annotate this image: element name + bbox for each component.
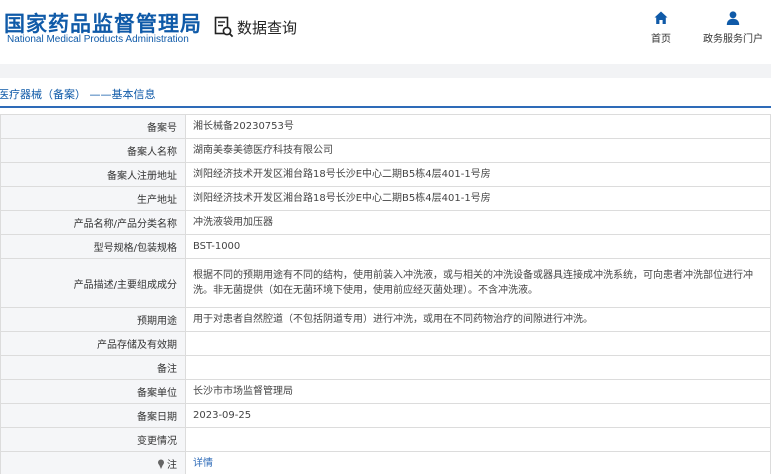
row-value <box>185 331 771 356</box>
table-row: 型号规格/包装规格 BST-1000 <box>0 234 771 259</box>
row-label: 备案人名称 <box>0 138 186 163</box>
row-label-note: 注 <box>0 451 186 474</box>
row-label: 备案单位 <box>0 379 186 404</box>
row-value: 湘长械备20230753号 <box>185 114 771 139</box>
detail-link[interactable]: 详情 <box>193 458 213 469</box>
row-label: 型号规格/包装规格 <box>0 234 186 259</box>
row-label: 备案人注册地址 <box>0 162 186 187</box>
row-value: 2023-09-25 <box>185 403 771 428</box>
page-title: 医疗器械（备案） ——基本信息 <box>0 88 156 101</box>
table-row: 产品名称/产品分类名称 冲洗液袋用加压器 <box>0 210 771 235</box>
row-label: 注 <box>167 460 177 472</box>
site-header: 国家药品监督管理局 National Medical Products Admi… <box>0 0 771 64</box>
user-icon <box>726 11 740 25</box>
data-query-link[interactable]: 数据查询 <box>214 14 297 40</box>
nav-service-portal-label: 政务服务门户 <box>703 34 763 45</box>
data-query-title: 数据查询 <box>237 18 298 37</box>
table-row: 备案号 湘长械备20230753号 <box>0 114 771 139</box>
home-icon <box>654 11 668 24</box>
nav-home[interactable]: 首页 <box>648 10 674 45</box>
row-value: 浏阳经济技术开发区湘台路18号长沙E中心二期B5栋4层401-1号房 <box>185 162 771 187</box>
table-row: 注 详情 <box>0 451 771 474</box>
section-title-bar: 医疗器械（备案） ——基本信息 <box>0 78 771 108</box>
table-row: 产品存储及有效期 <box>0 331 771 356</box>
row-label: 备案号 <box>0 114 186 139</box>
row-value: 用于对患者自然腔道（不包括阴道专用）进行冲洗，或用在不同药物治疗的间隙进行冲洗。 <box>185 307 771 332</box>
row-label: 预期用途 <box>0 307 186 332</box>
row-label: 备注 <box>0 355 186 380</box>
nav-service-portal[interactable]: 政务服务门户 <box>701 10 765 45</box>
row-label: 产品存储及有效期 <box>0 331 186 356</box>
document-search-icon <box>214 16 234 38</box>
header-divider <box>0 64 771 78</box>
row-value: 浏阳经济技术开发区湘台路18号长沙E中心二期B5栋4层401-1号房 <box>185 186 771 211</box>
row-value: 详情 <box>185 451 771 474</box>
row-value: 长沙市市场监督管理局 <box>185 379 771 404</box>
row-value <box>185 427 771 452</box>
row-label: 产品描述/主要组成成分 <box>0 258 186 308</box>
site-logo-en[interactable]: National Medical Products Administration <box>7 34 189 45</box>
table-row: 产品描述/主要组成成分 根据不同的预期用途有不同的结构，使用前装入冲洗液，或与相… <box>0 258 771 308</box>
pin-icon <box>158 459 164 470</box>
nav-home-label: 首页 <box>651 34 671 45</box>
table-row: 预期用途 用于对患者自然腔道（不包括阴道专用）进行冲洗，或用在不同药物治疗的间隙… <box>0 307 771 332</box>
row-value <box>185 355 771 380</box>
row-label: 生产地址 <box>0 186 186 211</box>
row-value: 湖南美泰美德医疗科技有限公司 <box>185 138 771 163</box>
table-row: 备注 <box>0 355 771 380</box>
table-row: 生产地址 浏阳经济技术开发区湘台路18号长沙E中心二期B5栋4层401-1号房 <box>0 186 771 211</box>
device-info-table: 备案号 湘长械备20230753号 备案人名称 湖南美泰美德医疗科技有限公司 备… <box>0 114 771 474</box>
row-value: 根据不同的预期用途有不同的结构，使用前装入冲洗液，或与相关的冲洗设备或器具连接成… <box>185 258 771 308</box>
table-row: 备案人注册地址 浏阳经济技术开发区湘台路18号长沙E中心二期B5栋4层401-1… <box>0 162 771 187</box>
row-label: 产品名称/产品分类名称 <box>0 210 186 235</box>
row-value: BST-1000 <box>185 234 771 259</box>
row-label: 变更情况 <box>0 427 186 452</box>
row-value: 冲洗液袋用加压器 <box>185 210 771 235</box>
row-label: 备案日期 <box>0 403 186 428</box>
table-row: 变更情况 <box>0 427 771 452</box>
table-row: 备案人名称 湖南美泰美德医疗科技有限公司 <box>0 138 771 163</box>
table-row: 备案单位 长沙市市场监督管理局 <box>0 379 771 404</box>
table-row: 备案日期 2023-09-25 <box>0 403 771 428</box>
